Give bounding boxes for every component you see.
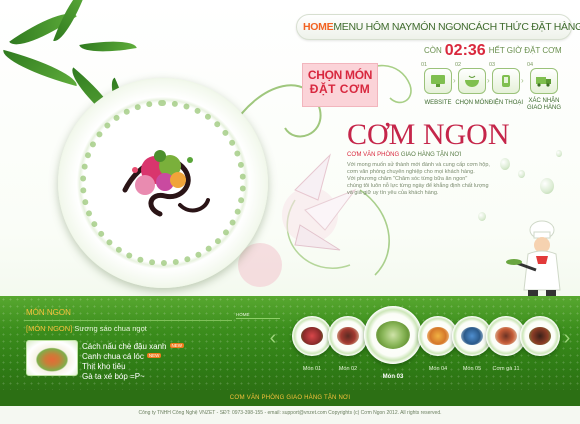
chef-illustration (506, 220, 561, 298)
arrow-right-icon: › (453, 76, 456, 85)
dish-image (495, 327, 517, 345)
brand-subtitle-accent: CƠM VĂN PHÒNG (347, 152, 400, 158)
brand-description-line: cơm văn phòng chuyên nghiệp cho mọi khác… (347, 169, 475, 175)
step-number: 03 (489, 62, 496, 68)
step-choose-dish: 02 (455, 62, 486, 94)
breadcrumb[interactable]: HOME (236, 312, 250, 317)
bamboo-leaf-decoration (79, 35, 137, 58)
news-item[interactable]: Cách nấu chè đậu xanh NEW (82, 342, 185, 351)
water-drop-decoration (478, 212, 486, 221)
news-item[interactable]: Gà ta xé bóp =P~ (82, 372, 145, 381)
order-now-box[interactable]: CHỌN MÓN ĐẶT CƠM (302, 63, 378, 107)
main-navigation: HOME MENU HÔM NAY MÓN NGON CÁCH THỨC ĐẶT… (296, 14, 580, 40)
divider (236, 318, 280, 319)
order-box-line2: ĐẶT CƠM (309, 82, 371, 96)
step-label: XÁC NHẬN GIAO HÀNG (526, 98, 561, 111)
order-box-line1: CHỌN MÓN (307, 68, 373, 82)
dish-label-active[interactable]: Món 03 (373, 374, 413, 380)
order-countdown: CÒN 02:36 HẾT GIỜ ĐẶT CƠM (424, 42, 562, 60)
step-phone: 03 (489, 62, 520, 94)
water-drop-decoration (518, 170, 525, 178)
step-website: 01 (421, 62, 452, 94)
brand-description-line: và giá giữ uy tín yêu của khách hàng. (347, 190, 439, 196)
nav-home[interactable]: HOME (303, 21, 334, 33)
news-item-label: Thịt kho tiêu (82, 362, 126, 371)
dish-label[interactable]: Món 01 (292, 366, 332, 372)
news-item[interactable]: Thịt kho tiêu (82, 362, 126, 371)
nav-ordering-method[interactable]: CÁCH THỨC ĐẶT HÀNG (468, 21, 580, 33)
news-item-label: Cách nấu chè đậu xanh (82, 342, 167, 351)
carousel-dish-3[interactable] (364, 306, 422, 364)
step-number: 04 (527, 62, 534, 68)
dish-image (461, 327, 483, 345)
brand-subtitle: CƠM VĂN PHÒNG GIAO HÀNG TẬN NƠI (347, 152, 461, 158)
news-header: MÓN NGON (26, 308, 71, 317)
carousel-dish-7[interactable] (520, 316, 560, 356)
dish-image (427, 327, 449, 345)
dish-image (376, 321, 410, 349)
hero-dish-image (122, 150, 210, 217)
dish-label[interactable]: Cơm gà 11 (486, 366, 526, 372)
news-item-label: Gà ta xé bóp =P~ (82, 372, 145, 381)
bamboo-leaf-decoration (0, 49, 81, 87)
footer-tagline: CƠM VĂN PHÒNG GIAO HÀNG TẬN NƠI (0, 390, 580, 406)
footer-info: Công ty TNHH Công Nghệ VNZET - SĐT: 0973… (0, 406, 580, 424)
new-badge: NEW (146, 353, 162, 358)
featured-tag: [MÓN NGON] (26, 324, 73, 333)
brand-description-line: Với phương châm "Chăm sóc từng bữa ăn ng… (347, 176, 468, 182)
truck-icon (536, 77, 551, 87)
dish-image (529, 327, 551, 345)
dish-label[interactable]: Món 02 (328, 366, 368, 372)
carousel-dish-2[interactable] (328, 316, 368, 356)
step-number: 01 (421, 62, 428, 68)
countdown-time: 02:36 (444, 42, 486, 59)
news-item[interactable]: Canh chua cá lóc NEW (82, 352, 162, 361)
brand-subtitle-text: GIAO HÀNG TẬN NƠI (400, 152, 462, 158)
step-number: 02 (455, 62, 462, 68)
brand-description-line: Với mong muốn sử thành mới đành và cung … (347, 162, 490, 168)
news-item-label: Canh chua cá lóc (82, 352, 144, 361)
divider (24, 320, 232, 321)
countdown-prefix: CÒN (424, 46, 442, 55)
news-panel: MÓN NGON [MÓN NGON] Sương sáo chua ngọt … (0, 300, 236, 388)
featured-news[interactable]: [MÓN NGON] Sương sáo chua ngọt (26, 324, 147, 333)
monitor-icon (431, 75, 445, 87)
nav-menu-today[interactable]: MENU HÔM NAY (333, 21, 412, 33)
featured-title: Sương sáo chua ngọt (74, 324, 147, 333)
water-drop-decoration (556, 150, 562, 157)
countdown-suffix: HẾT GIỜ ĐẶT CƠM (488, 46, 562, 55)
dish-image (301, 327, 323, 345)
nav-delicious-dishes[interactable]: MÓN NGON (412, 21, 469, 33)
brand-title: CƠM NGON (347, 118, 510, 151)
step-delivery: 04 (527, 62, 558, 94)
bowl-icon (465, 75, 479, 87)
page: HOME MENU HÔM NAY MÓN NGON CÁCH THỨC ĐẶT… (0, 0, 580, 424)
carousel-dish-1[interactable] (292, 316, 332, 356)
arrow-right-icon: › (521, 76, 524, 85)
carousel-prev-button[interactable]: ‹ (266, 326, 280, 350)
brand-description-line: chúng tôi luôn nỗ lực từng ngày để khẳng… (347, 183, 489, 189)
new-badge: NEW (169, 343, 185, 348)
dish-image (337, 327, 359, 345)
arrow-right-icon: › (487, 76, 490, 85)
carousel-next-button[interactable]: › (560, 326, 574, 350)
water-drop-decoration (500, 158, 510, 170)
phone-icon (502, 75, 510, 87)
news-thumbnail[interactable] (26, 340, 78, 376)
water-drop-decoration (540, 178, 554, 194)
